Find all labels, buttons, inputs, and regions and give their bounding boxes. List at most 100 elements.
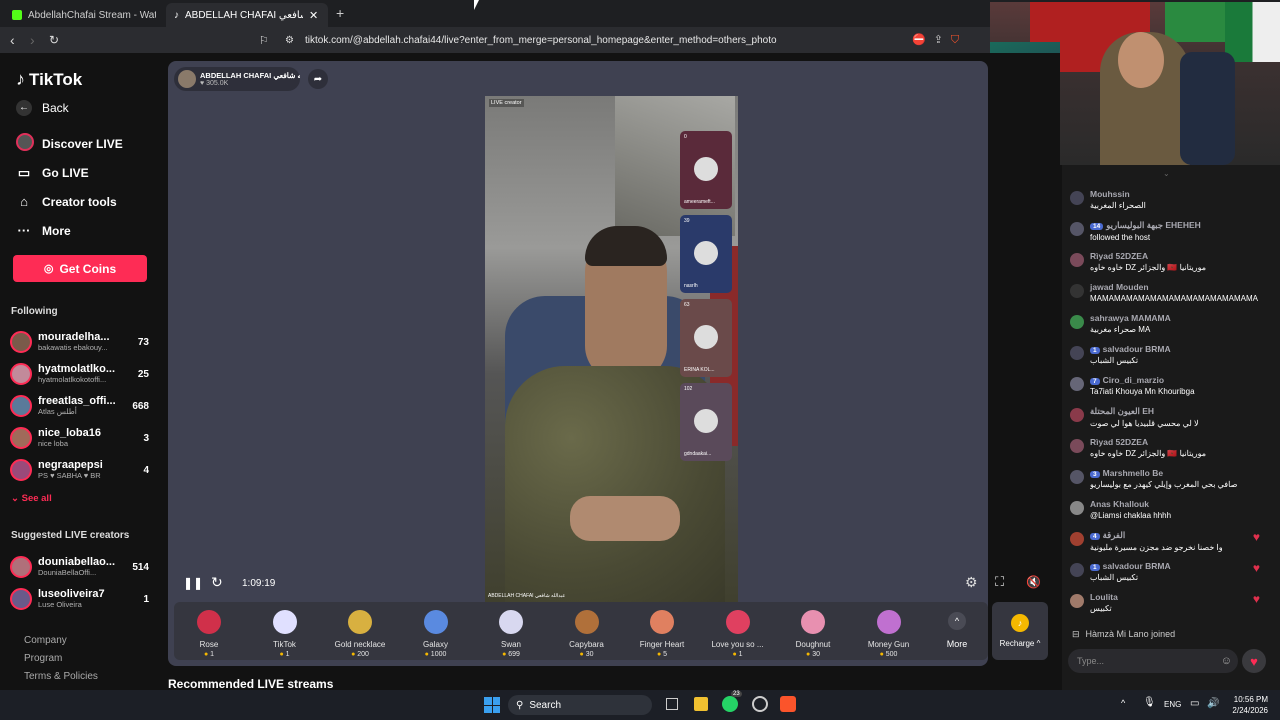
chat-message[interactable]: Rìyad 52DZEA خاوه خاوه DZ والجزائر 🇲🇦 مو… <box>1070 437 1274 458</box>
mic-icon[interactable]: 🎙 <box>1143 697 1156 708</box>
fullscreen-icon[interactable]: ⛶ <box>995 574 1004 590</box>
browser-tab-tiktok[interactable]: ♪ ABDELLAH CHAFAI عبدالله شافعي ✕ <box>166 3 328 27</box>
chat-message[interactable]: Mouhssin الصحراء المغربية <box>1070 189 1274 210</box>
app-icon[interactable] <box>752 696 768 712</box>
whatsapp-icon[interactable] <box>722 696 738 712</box>
suggested-name: luseoliveira7 <box>38 588 105 600</box>
gift-item[interactable]: Love you so ... ● 1 <box>708 610 768 658</box>
chat-message[interactable]: Loulita تكبيس ♥ <box>1070 592 1274 613</box>
tab-title: ABDELLAH CHAFAI عبدالله شافعي <box>185 9 303 21</box>
tray-chevron-icon[interactable]: ^ <box>1121 698 1125 708</box>
new-tab-button[interactable]: + <box>336 5 344 21</box>
get-coins-button[interactable]: ◎ Get Coins <box>13 255 147 282</box>
gift-icon <box>801 610 825 634</box>
following-row[interactable]: negraapepsi PS ♥ SABHA ♥ BR 4 <box>0 454 165 486</box>
following-row[interactable]: hyatmolatlko... hyatmolatlkokotoffi... 2… <box>0 358 165 390</box>
gift-name: Finger Heart <box>639 640 685 649</box>
chat-message[interactable]: 14 جبهة البوليساريو EHEHEH followed the h… <box>1070 220 1274 242</box>
chat-message[interactable]: sahrawya MAMAMA صحراء مغربية MA <box>1070 313 1274 334</box>
chat-message[interactable]: 3 Marshmello Be صافي بحي المغرب وإيلي كيه… <box>1070 468 1274 489</box>
windows-start-icon[interactable] <box>484 697 500 713</box>
mute-icon[interactable]: 🔇 <box>1026 575 1041 589</box>
nav-discover-live[interactable]: Discover LIVE <box>0 129 165 158</box>
gift-item[interactable]: TikTok ● 1 <box>255 610 315 658</box>
task-view-icon[interactable] <box>666 698 678 710</box>
footer-company[interactable]: Company <box>24 632 98 650</box>
browser-tab-kick[interactable]: AbdellahChafai Stream - Watch Live <box>4 3 164 27</box>
chat-message[interactable]: 4 الفرقة وا خصنا نخرجو ضد مجزن مسيرة مليو… <box>1070 530 1274 552</box>
network-icon[interactable]: ▭ <box>1190 698 1199 709</box>
gift-item[interactable]: Money Gun ● 500 <box>859 610 919 658</box>
chat-message[interactable]: jawad Mouden MAMAMAMAMAMAMAMAMAMAMAMAMAM… <box>1070 282 1274 303</box>
suggested-row[interactable]: douniabellao... DouniaBellaOffi... 514 <box>0 551 165 583</box>
level-badge: 4 <box>1090 533 1100 540</box>
brave-icon[interactable] <box>780 696 796 712</box>
nav-more[interactable]: ··· More <box>0 216 165 245</box>
gift-price: ● 500 <box>879 651 898 658</box>
back-button[interactable]: ← Back <box>0 93 69 122</box>
following-row[interactable]: mouradelha... bakawatis ebakouy... 73 <box>0 326 165 358</box>
send-like-button[interactable]: ♥ <box>1242 649 1266 673</box>
reload-icon[interactable]: ↻ <box>49 33 59 47</box>
guest-panel[interactable]: 0 ameerameft... <box>680 131 732 209</box>
following-row[interactable]: freeatlas_offi... Atlas أطلس 668 <box>0 390 165 422</box>
gift-name: Love you so ... <box>711 640 764 649</box>
host-info-pill[interactable]: ABDELLAH CHAFAI عبدالله شافعي ♥ 305.0K <box>174 67 300 91</box>
guest-panel[interactable]: 63 ERINA KOL... <box>680 299 732 377</box>
chat-message[interactable]: 7 Ciro_di_marzio Ta7iati Khouya Mn Khouri… <box>1070 375 1274 396</box>
taskbar-search[interactable]: ⚲ Search <box>508 695 652 715</box>
recharge-button[interactable]: ♪ Recharge ^ <box>992 602 1048 660</box>
file-explorer-icon[interactable] <box>694 697 708 711</box>
tiktok-logo[interactable]: ♪ TikTok <box>16 69 82 90</box>
see-all-link[interactable]: ⌄ See all <box>11 493 52 504</box>
gift-item[interactable]: Capybara ● 30 <box>557 610 617 658</box>
kick-logo-icon <box>12 10 22 20</box>
chat-message[interactable]: 1 salvadour BRMA تكبيس الشباب ♥ <box>1070 561 1274 582</box>
refresh-stream-icon[interactable]: ↻ <box>211 574 223 591</box>
guest-panel[interactable]: 39 nasrlh <box>680 215 732 293</box>
guest-panel[interactable]: 102 gdndaakai... <box>680 383 732 461</box>
volume-icon[interactable]: 🔊 <box>1207 698 1219 709</box>
chat-message[interactable]: العيون المحتلة EH لا لي محسي قلبيديا هوا… <box>1070 406 1274 428</box>
chat-message[interactable]: Rìyad 52DZEA خاوه خاوه DZ والجزائر 🇲🇦 مو… <box>1070 251 1274 272</box>
pause-button[interactable]: ❚❚ <box>183 576 203 590</box>
more-gifts-button[interactable]: ^ More <box>939 612 975 649</box>
site-info-icon[interactable]: ⚙ <box>285 35 294 46</box>
extensions-icons[interactable]: ⛔⇪⛉ <box>912 33 967 47</box>
gift-item[interactable]: Gold necklace ● 200 <box>330 610 390 658</box>
share-button[interactable]: ➦ <box>308 69 328 89</box>
footer-program[interactable]: Program <box>24 650 98 668</box>
clock[interactable]: 10:56 PM 2/24/2026 <box>1228 694 1268 716</box>
back-arrow-icon[interactable]: ‹ <box>10 32 15 48</box>
nav-go-live[interactable]: ▭ Go LIVE <box>0 158 165 187</box>
settings-icon[interactable]: ⚙ <box>965 574 978 591</box>
gift-name: Rose <box>199 640 219 649</box>
chat-message[interactable]: Anas Khallouk @Liamsi chaklaa hhhh <box>1070 499 1274 520</box>
gift-icon <box>348 610 372 634</box>
chat-username: 4 الفرقة <box>1090 530 1260 541</box>
gift-item[interactable]: Finger Heart ● 5 <box>632 610 692 658</box>
bookmark-icon[interactable]: ⚐ <box>259 34 269 47</box>
footer-terms[interactable]: Terms & Policies <box>24 668 98 686</box>
gift-item[interactable]: Galaxy ● 1000 <box>406 610 466 658</box>
chat-drag-handle[interactable]: ⌄ <box>1163 169 1170 178</box>
chat-input-box[interactable]: Type... ☺ <box>1068 649 1238 673</box>
guest-avatar <box>694 325 718 349</box>
chat-text: MAMAMAMAMAMAMAMAMAMAMAMAMAMA <box>1090 294 1258 303</box>
tiktok-logo-icon: ♪ <box>174 9 179 21</box>
nav-creator-tools[interactable]: ⌂ Creator tools <box>0 187 165 216</box>
tab-title: AbdellahChafai Stream - Watch Live <box>28 9 156 21</box>
suggested-row[interactable]: luseoliveira7 Luse Oliveira 1 <box>0 583 165 615</box>
gift-item[interactable]: Doughnut ● 30 <box>783 610 843 658</box>
guest-avatar <box>694 157 718 181</box>
forward-arrow-icon[interactable]: › <box>30 32 35 48</box>
url-text[interactable]: tiktok.com/@abdellah.chafai44/live?enter… <box>305 35 777 46</box>
chat-username: 1 salvadour BRMA <box>1090 344 1260 354</box>
following-row[interactable]: nice_loba16 nice loba 3 <box>0 422 165 454</box>
gift-item[interactable]: Rose ● 1 <box>179 610 239 658</box>
close-tab-icon[interactable]: ✕ <box>309 9 318 22</box>
emoji-icon[interactable]: ☺ <box>1221 655 1232 667</box>
gift-item[interactable]: Swan ● 699 <box>481 610 541 658</box>
chat-message[interactable]: 1 salvadour BRMA تكبيس الشباب <box>1070 344 1274 365</box>
language-indicator[interactable]: ENG <box>1164 700 1181 709</box>
